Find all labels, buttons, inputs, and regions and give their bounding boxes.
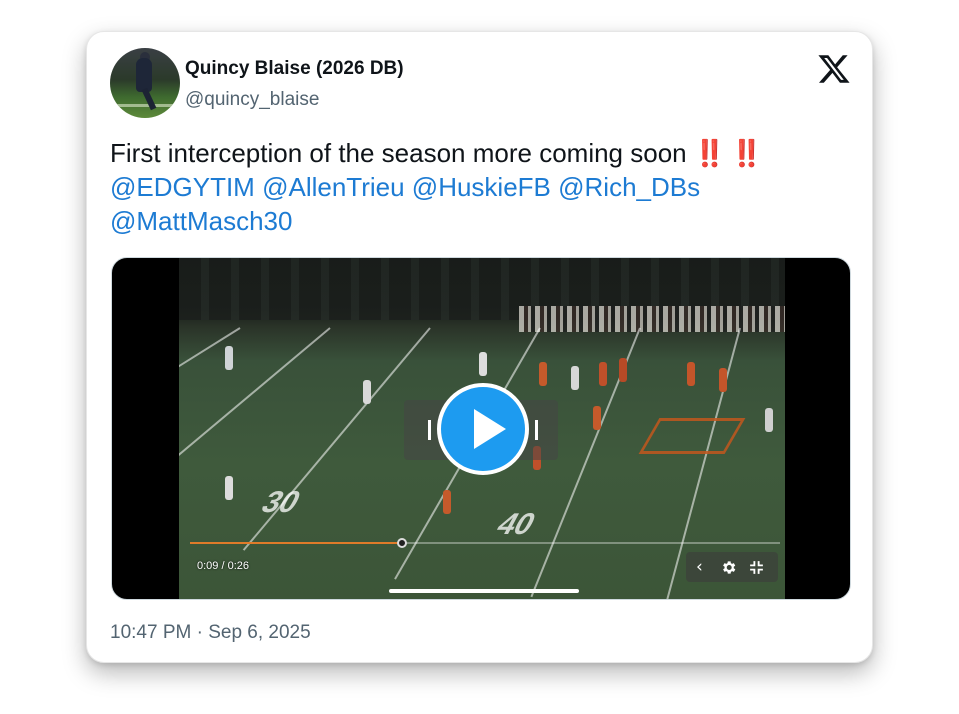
field-number: 40 <box>490 508 542 541</box>
video-controls: ‹ <box>686 552 778 582</box>
exit-fullscreen-icon[interactable] <box>748 559 765 576</box>
author-name[interactable]: Quincy Blaise (2026 DB) <box>185 58 404 80</box>
time-display: 0:09 / 0:26 <box>197 560 249 572</box>
mention-link[interactable]: @EDGYTIM <box>110 172 255 202</box>
tweet-card: Quincy Blaise (2026 DB) @quincy_blaise F… <box>86 31 873 663</box>
progress-bar[interactable] <box>190 538 780 548</box>
mention-link[interactable]: @MattMasch30 <box>110 206 292 236</box>
mention-link[interactable]: @Rich_DBs <box>558 172 700 202</box>
progress-fill <box>190 542 403 544</box>
timestamp[interactable]: 10:47 PM · Sep 6, 2025 <box>110 622 311 644</box>
tweet-body: First interception of the season more co… <box>110 138 687 168</box>
gear-icon[interactable] <box>720 559 737 576</box>
video-player[interactable]: 30 40 0:09 / 0:26 ‹ <box>111 257 851 600</box>
author-handle[interactable]: @quincy_blaise <box>185 89 319 111</box>
mention-link[interactable]: @HuskieFB <box>412 172 551 202</box>
mention-link[interactable]: @AllenTrieu <box>262 172 404 202</box>
double-exclamation-emoji: ‼️ <box>693 138 726 168</box>
x-logo-icon[interactable] <box>817 52 851 86</box>
field-number: 30 <box>255 486 307 519</box>
home-indicator <box>389 589 579 593</box>
play-button[interactable] <box>437 383 529 475</box>
double-exclamation-emoji: ‼️ <box>730 138 762 168</box>
tweet-text: First interception of the season more co… <box>110 136 850 238</box>
avatar[interactable] <box>110 48 180 118</box>
chevron-left-icon[interactable]: ‹ <box>696 557 703 577</box>
